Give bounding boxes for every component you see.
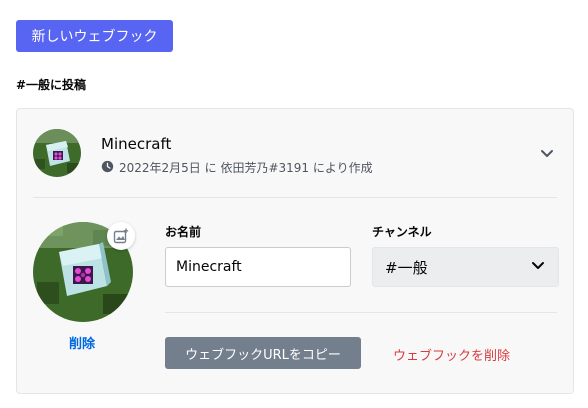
delete-webhook-button[interactable]: ウェブフックを削除 (393, 345, 510, 364)
card-divider (33, 197, 557, 198)
image-plus-icon[interactable] (107, 222, 135, 250)
chevron-down-icon[interactable] (539, 145, 555, 161)
remove-avatar-link[interactable]: 削除 (69, 333, 95, 352)
channel-select[interactable]: #一般 (372, 247, 559, 287)
name-field-label: お名前 (165, 225, 202, 239)
channel-field-label: チャンネル (372, 225, 432, 239)
channel-selected-value: #一般 (385, 258, 428, 277)
webhook-name-input[interactable] (165, 247, 351, 287)
webhook-card: Minecraft 2022年2月5日 に 依田芳乃#3191 により作成 削除… (16, 108, 574, 394)
actions-divider (165, 312, 557, 313)
post-to-channel-label: #一般に投稿 (16, 78, 87, 92)
new-webhook-button[interactable]: 新しいウェブフック (16, 20, 173, 52)
chevron-down-icon (530, 257, 546, 277)
webhook-avatar-small (33, 129, 81, 177)
copy-webhook-url-button[interactable]: ウェブフックURLをコピー (165, 337, 361, 369)
webhook-name-heading: Minecraft (101, 135, 172, 153)
webhook-created-meta: 2022年2月5日 に 依田芳乃#3191 により作成 (101, 159, 373, 176)
webhook-created-text: 2022年2月5日 に 依田芳乃#3191 により作成 (119, 161, 373, 175)
clock-icon (101, 160, 114, 176)
webhook-avatar-uploader[interactable] (33, 222, 135, 322)
